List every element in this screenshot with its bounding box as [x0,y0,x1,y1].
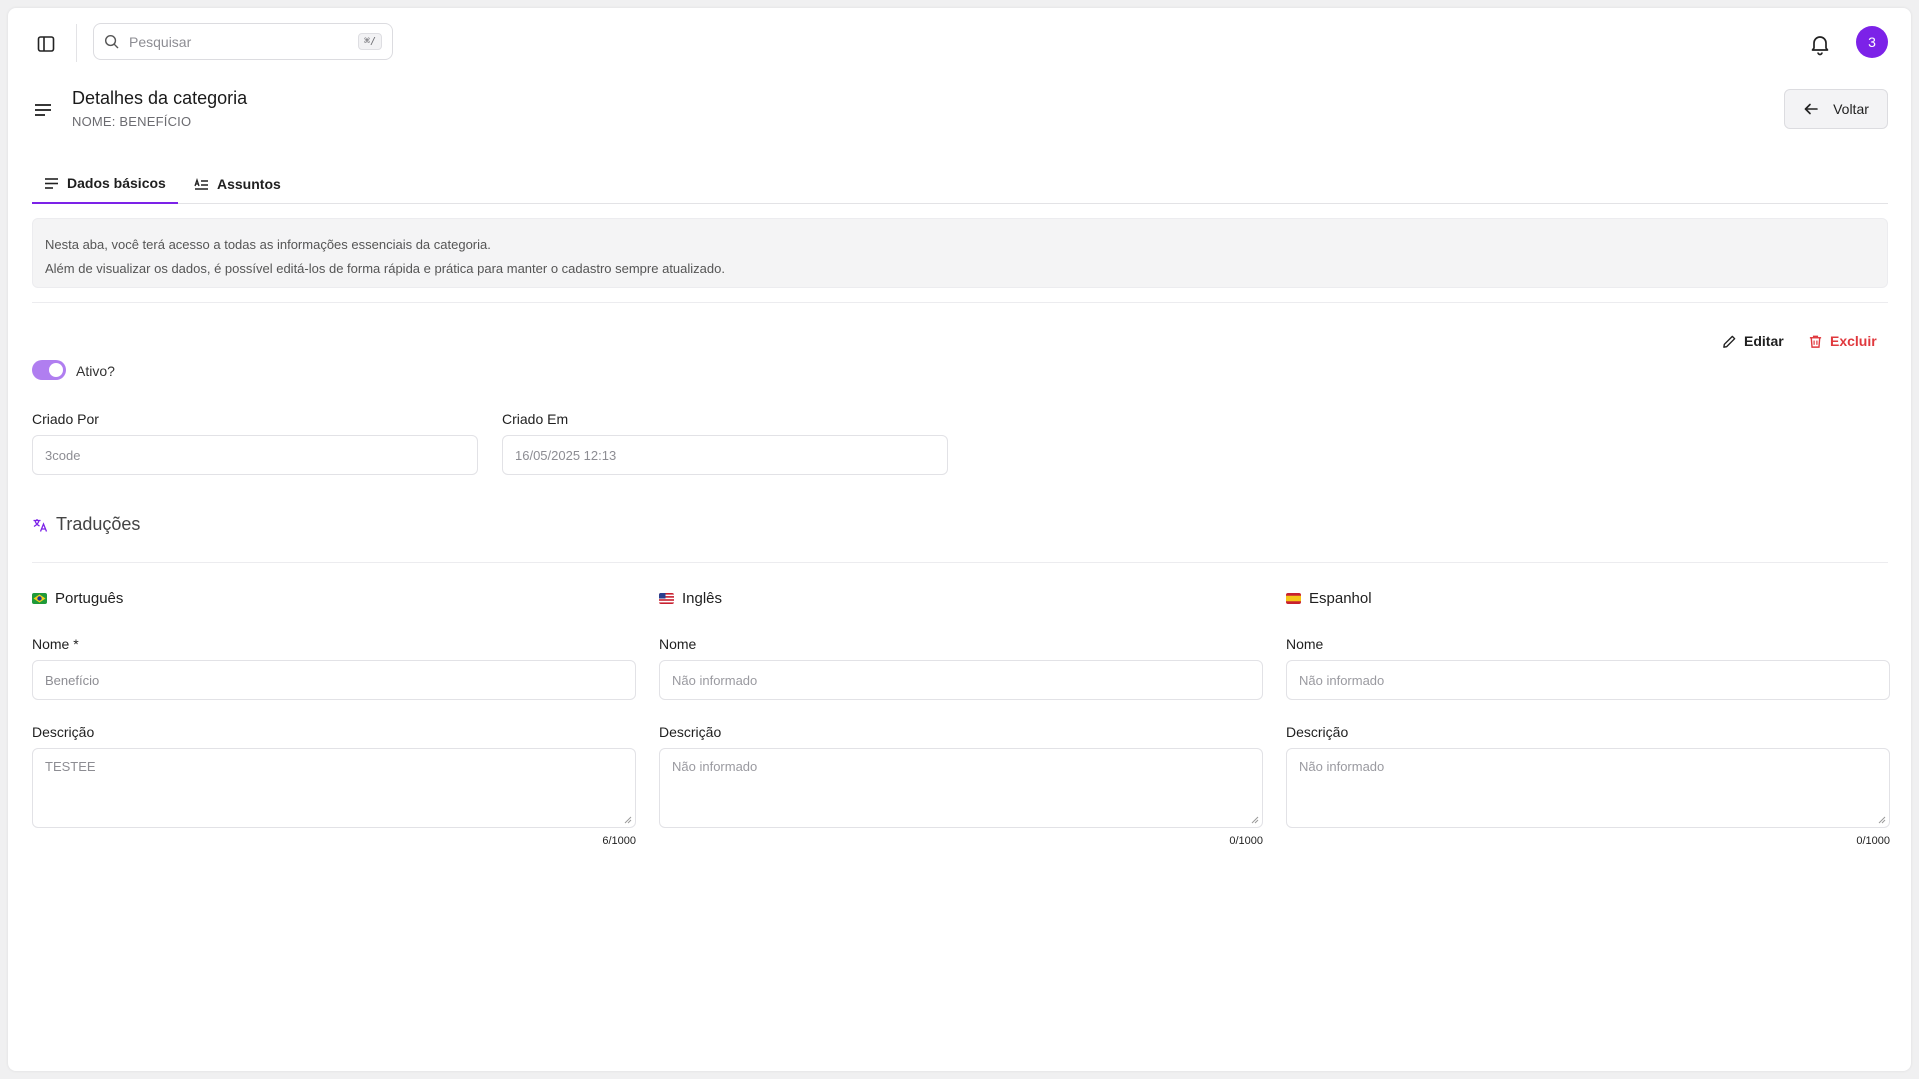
page-subtitle: NOME: BENEFÍCIO [72,114,192,129]
divider [32,302,1888,303]
info-line-2: Além de visualizar os dados, é possível … [45,261,725,276]
actions-group: Editar Excluir [1708,326,1888,356]
bell-icon [1811,36,1829,56]
name-input-en[interactable]: Não informado [659,660,1263,700]
edit-button-label: Editar [1744,333,1784,349]
lang-heading: Português [32,590,123,607]
description-label: Descrição [32,724,95,740]
description-value: Não informado [1299,759,1385,774]
name-label: Nome [659,636,697,652]
delete-button[interactable]: Excluir [1808,326,1877,356]
search-box[interactable]: ⌘/ [93,23,393,60]
lang-name: Português [55,590,124,607]
user-avatar[interactable]: 3 [1856,26,1888,58]
description-value: TESTEE [45,759,96,774]
page-title: Detalhes da categoria [72,88,248,108]
brazil-flag-icon [32,593,47,604]
tab-assuntos[interactable]: Assuntos [182,164,293,204]
list-text-icon [194,177,208,190]
created-at-label: Criado Em [502,411,569,427]
back-button[interactable]: Voltar [1784,89,1888,129]
menu-lines-icon [35,104,51,116]
top-bar: ⌘/ 3 [8,8,1911,76]
search-shortcut-badge: ⌘/ [357,33,382,50]
search-input[interactable] [129,33,358,50]
resize-grip-icon[interactable] [624,816,632,824]
char-counter: 6/1000 [602,835,636,847]
sidebar-panel-icon [37,36,55,52]
trash-icon [1809,335,1822,348]
spain-flag-icon [1286,593,1301,604]
lang-heading: Inglês [659,590,722,607]
divider [32,562,1888,563]
us-flag-icon [659,593,674,604]
char-counter: 0/1000 [1229,835,1263,847]
translate-icon [33,518,48,532]
translations-title-text: Traduções [56,514,141,534]
char-counter: 0/1000 [1856,835,1890,847]
lang-name: Inglês [682,590,723,607]
lang-column-ingles: Inglês Nome Não informado Descrição Não … [659,586,1263,856]
pencil-icon [1723,335,1736,348]
arrow-left-icon [1804,103,1818,115]
lang-column-espanhol: Espanhol Nome Não informado Descrição Nã… [1286,586,1890,856]
created-by-label: Criado Por [32,411,99,427]
resize-grip-icon[interactable] [1251,816,1259,824]
description-label: Descrição [1286,724,1349,740]
description-value: Não informado [672,759,758,774]
notifications-button[interactable] [1808,32,1832,56]
info-line-1: Nesta aba, você terá acesso a todas as i… [45,237,491,252]
resize-grip-icon[interactable] [1878,816,1886,824]
description-label: Descrição [659,724,722,740]
toggle-knob [49,363,63,377]
active-toggle[interactable] [32,360,66,380]
back-button-label: Voltar [1833,101,1869,117]
translations-title: Traduções [32,514,140,535]
edit-button[interactable]: Editar [1722,326,1784,356]
created-at-field: 16/05/2025 12:13 [502,435,948,475]
lang-column-portugues: Português Nome * Benefício Descrição TES… [32,586,636,856]
page-container: ⌘/ 3 Detalhes da categoria NOME: BENEFÍC… [8,8,1911,1071]
text-lines-icon [45,177,58,189]
search-icon [104,34,119,49]
tab-dados-basicos[interactable]: Dados básicos [32,164,178,204]
topbar-divider [76,24,77,62]
description-textarea-en[interactable]: Não informado [659,748,1263,828]
tab-label: Assuntos [217,176,281,192]
description-textarea-es[interactable]: Não informado [1286,748,1890,828]
tab-bar: Dados básicos Assuntos [32,164,1888,204]
lang-heading: Espanhol [1286,590,1372,607]
name-label: Nome [1286,636,1324,652]
name-label: Nome * [32,636,79,652]
name-input-es[interactable]: Não informado [1286,660,1890,700]
sidebar-toggle-button[interactable] [32,30,60,58]
lang-name: Espanhol [1309,590,1372,607]
info-box: Nesta aba, você terá acesso a todas as i… [32,218,1888,288]
delete-button-label: Excluir [1830,333,1877,349]
description-textarea-pt[interactable]: TESTEE [32,748,636,828]
created-by-field: 3code [32,435,478,475]
tab-label: Dados básicos [67,175,166,191]
name-input-pt[interactable]: Benefício [32,660,636,700]
active-toggle-label: Ativo? [76,363,115,379]
